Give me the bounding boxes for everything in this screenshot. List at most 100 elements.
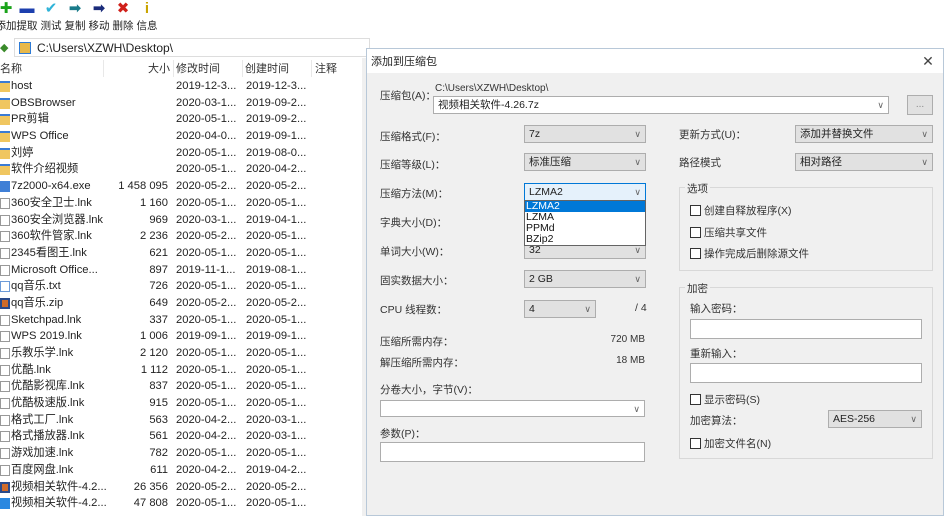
file-row[interactable]: 视频相关软件-4.2... 47 808 2020-05-1... 2020-05-1… — [0, 495, 366, 512]
column-header-created[interactable]: 创建时间 — [245, 60, 315, 76]
lnk-file-icon — [0, 431, 10, 443]
password-input[interactable] — [690, 319, 922, 339]
encrypt-names-checkbox[interactable]: 加密文件名(N) — [690, 436, 771, 451]
archive-name-value: 视频相关软件-4.26.7z — [438, 99, 539, 111]
file-row[interactable]: Sketchpad.lnk 337 2020-05-1... 2020-05-1... — [0, 312, 366, 329]
file-row[interactable]: 优酷影视库.lnk 837 2020-05-1... 2020-05-1... — [0, 378, 366, 395]
7zip-file-manager: ✚ 添加 ▬ 提取 ✔ 测试 ➡ 复制 ➡ 移动 ✖ 删除 i 信息 ◆ C:\Users\XZWH\De… — [0, 0, 944, 516]
delete-after-checkbox[interactable]: 操作完成后删除源文件 — [690, 246, 809, 261]
file-row[interactable]: WPS 2019.lnk 1 006 2019-09-1... 2019-09-1..… — [0, 328, 366, 345]
file-modified: 2020-03-1... — [176, 213, 237, 226]
column-divider[interactable] — [103, 60, 104, 77]
show-password-checkbox[interactable]: 显示密码(S) — [690, 392, 760, 407]
file-modified: 2020-04-2... — [176, 463, 237, 476]
toolbar-button[interactable]: ▬ 提取 — [16, 0, 38, 36]
toolbar-button[interactable]: ➡ 移动 — [88, 0, 110, 36]
toolbar-button[interactable]: ✚ 添加 — [0, 0, 17, 36]
file-created: 2020-05-1... — [246, 380, 307, 393]
file-name: qq音乐.zip — [11, 296, 64, 309]
file-modified: 2019-11-1... — [176, 263, 236, 276]
checkbox-box[interactable] — [690, 438, 701, 449]
file-modified: 2020-05-1... — [176, 380, 237, 393]
address-path: C:\Users\XZWH\Desktop\ — [37, 40, 174, 55]
browse-button[interactable]: ... — [907, 95, 933, 115]
compress-shared-checkbox[interactable]: 压缩共享文件 — [690, 225, 767, 240]
chevron-down-icon[interactable]: ∨ — [877, 97, 884, 113]
format-combo[interactable]: 7z ∨ — [524, 125, 646, 143]
checkbox-box[interactable] — [690, 227, 701, 238]
toolbar-button[interactable]: ✖ 删除 — [112, 0, 134, 36]
file-created: 2019-09-1... — [246, 130, 307, 143]
level-combo[interactable]: 标准压缩 ∨ — [524, 153, 646, 171]
toolbar-button-label: 删除 — [112, 20, 134, 32]
address-field[interactable]: C:\Users\XZWH\Desktop\ — [14, 38, 370, 57]
up-folder-icon[interactable]: ◆ — [0, 41, 14, 55]
column-header-comment[interactable]: 注释 — [315, 60, 365, 76]
encryption-title: 加密 — [685, 281, 710, 296]
lnk-file-icon — [0, 214, 10, 226]
dialog-title-bar[interactable]: 添加到压缩包 ✕ — [367, 49, 943, 73]
file-row[interactable]: 7z2000-x64.exe 1 458 095 2020-05-2... 2020-… — [0, 178, 366, 195]
file-modified: 2020-05-1... — [176, 313, 237, 326]
delete-after-checkbox-label: 操作完成后删除源文件 — [704, 248, 809, 260]
file-row[interactable]: 优酷极速版.lnk 915 2020-05-1... 2020-05-1... — [0, 395, 366, 412]
cpu-threads-combo[interactable]: 4 ∨ — [524, 300, 596, 318]
column-header-size[interactable]: 大小 — [100, 60, 170, 76]
file-row[interactable]: PR剪辑 2020-05-1... 2019-09-2... — [0, 111, 366, 128]
plus-icon: ✚ — [0, 0, 13, 17]
file-row[interactable]: 360安全浏览器.lnk 969 2020-03-1... 2019-04-1... — [0, 212, 366, 229]
column-divider[interactable] — [173, 60, 174, 77]
file-size: 337 — [149, 313, 168, 326]
file-row[interactable]: 游戏加速.lnk 782 2020-05-1... 2020-05-1... — [0, 445, 366, 462]
column-divider[interactable] — [242, 60, 243, 77]
file-row[interactable]: WPS Office 2020-04-0... 2019-09-1... — [0, 128, 366, 145]
file-size: 726 — [149, 280, 168, 293]
update-mode-combo[interactable]: 添加并替换文件 ∨ — [795, 125, 933, 143]
file-row[interactable]: 视频相关软件-4.2... 26 356 2020-05-2... 2020-05-2… — [0, 479, 366, 496]
file-row[interactable]: 刘婷 2020-05-1... 2019-08-0... — [0, 145, 366, 162]
file-row[interactable]: qq音乐.txt 726 2020-05-1... 2020-05-1... — [0, 278, 366, 295]
file-row[interactable]: 格式工厂.lnk 563 2020-04-2... 2020-03-1... — [0, 412, 366, 429]
file-row[interactable]: 360安全卫士.lnk 1 160 2020-05-1... 2020-05-1... — [0, 195, 366, 212]
file-row[interactable]: 格式播放器.lnk 561 2020-04-2... 2020-03-1... — [0, 428, 366, 445]
close-icon[interactable]: ✕ — [919, 52, 937, 70]
file-row[interactable]: 百度网盘.lnk 611 2020-04-2... 2019-04-2... — [0, 462, 366, 479]
reenter-password-label: 重新输入： — [690, 348, 743, 360]
file-created: 2020-05-1... — [246, 347, 307, 359]
archive-name-combo[interactable]: 视频相关软件-4.26.7z ∨ — [433, 96, 889, 114]
method-combo[interactable]: LZMA2 ∨ — [524, 183, 646, 201]
checkbox-box[interactable] — [690, 394, 701, 405]
file-row[interactable]: Microsoft Office... 897 2019-11-1... 2019-0… — [0, 262, 366, 279]
method-option[interactable]: BZip2 — [525, 234, 645, 245]
encryption-method-combo[interactable]: AES-256 ∨ — [828, 410, 922, 428]
file-row[interactable]: 2345看图王.lnk 621 2020-05-1... 2020-05-1... — [0, 245, 366, 262]
file-row[interactable]: host 2019-12-3... 2019-12-3... — [0, 78, 366, 95]
cpu-threads-max: / 4 — [635, 302, 647, 314]
parameters-input[interactable] — [380, 442, 645, 462]
file-name: 乐教乐学.lnk — [11, 347, 74, 359]
file-row[interactable]: 360软件管家.lnk 2 236 2020-05-2... 2020-05-1... — [0, 228, 366, 245]
chevron-down-icon: ∨ — [921, 129, 928, 139]
column-divider[interactable] — [311, 60, 312, 77]
file-row[interactable]: qq音乐.zip 649 2020-05-2... 2020-05-2... — [0, 295, 366, 312]
file-row[interactable]: 乐教乐学.lnk 2 120 2020-05-1... 2020-05-1... — [0, 345, 366, 362]
file-created: 2019-09-2... — [246, 113, 307, 126]
toolbar-button[interactable]: ✔ 测试 — [40, 0, 62, 36]
decompress-memory-value: 18 MB — [616, 355, 645, 366]
toolbar-button[interactable]: ➡ 复制 — [64, 0, 86, 36]
file-row[interactable]: 优酷.lnk 1 112 2020-05-1... 2020-05-1... — [0, 362, 366, 379]
checkbox-box[interactable] — [690, 248, 701, 259]
column-header-modified[interactable]: 修改时间 — [176, 60, 246, 76]
reenter-password-input[interactable] — [690, 363, 922, 383]
toolbar-button[interactable]: i 信息 — [136, 0, 158, 36]
sfx-checkbox[interactable]: 创建自释放程序(X) — [690, 203, 792, 218]
solid-size-combo[interactable]: 2 GB ∨ — [524, 270, 646, 288]
toolbar-button-label: 提取 — [16, 20, 38, 32]
path-mode-combo[interactable]: 相对路径 ∨ — [795, 153, 933, 171]
encryption-method-value: AES-256 — [833, 413, 876, 425]
volume-size-combo[interactable]: ∨ — [380, 400, 645, 417]
file-created: 2020-05-1... — [246, 230, 307, 243]
file-row[interactable]: 软件介绍视频 2020-05-1... 2020-04-2... — [0, 161, 366, 178]
file-row[interactable]: OBSBrowser 2020-03-1... 2019-09-2... — [0, 95, 366, 112]
checkbox-box[interactable] — [690, 205, 701, 216]
